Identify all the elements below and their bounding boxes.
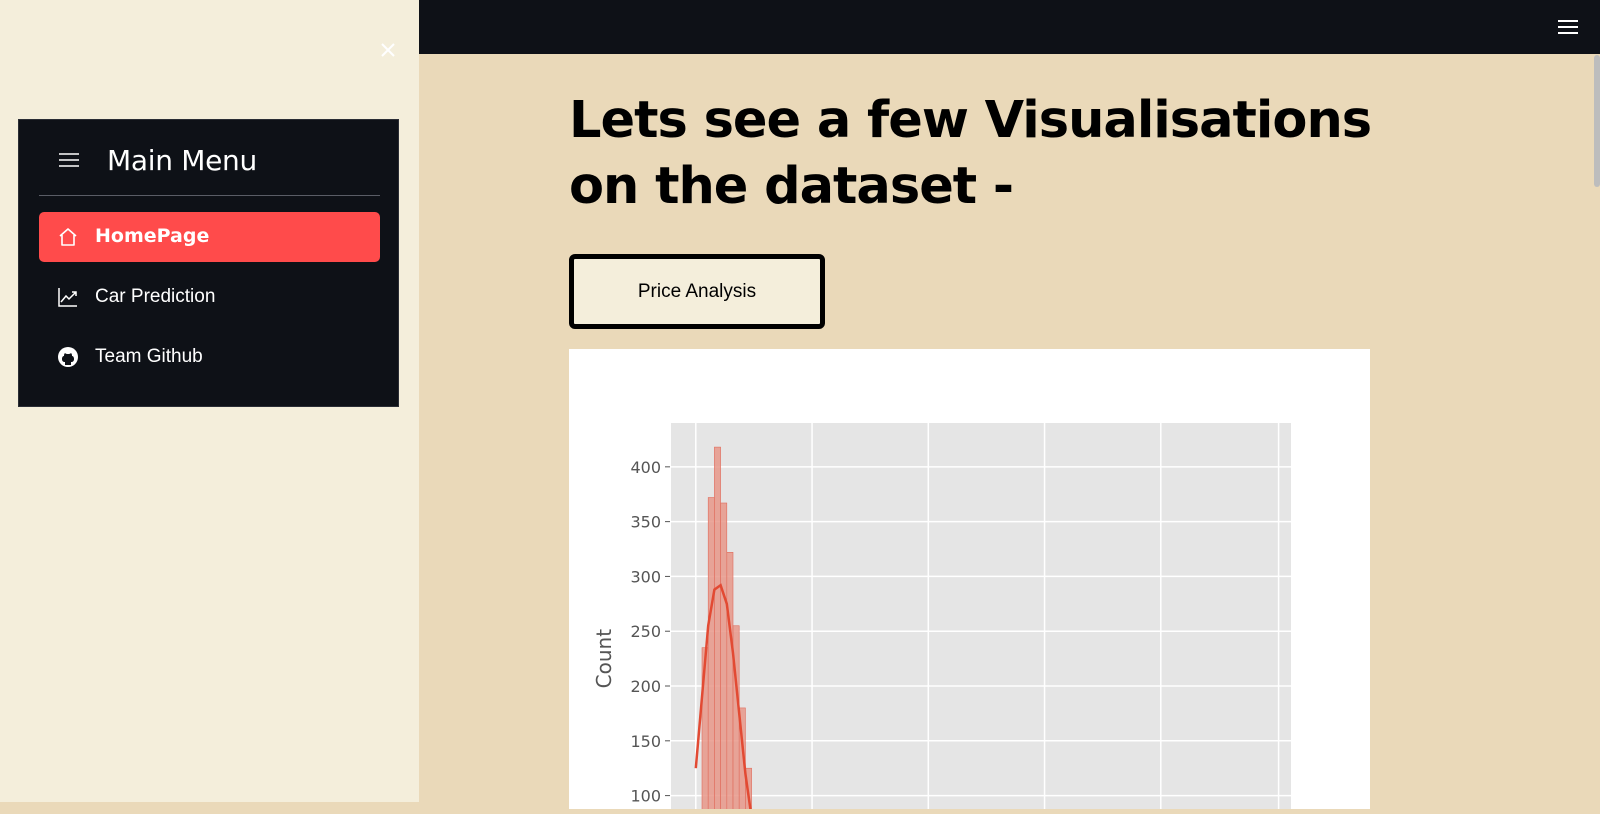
github-icon — [58, 347, 78, 367]
sidebar: Main Menu HomePage Car Prediction Team G… — [0, 0, 419, 802]
histogram-bar — [720, 502, 728, 814]
main-menu: Main Menu HomePage Car Prediction Team G… — [18, 119, 399, 407]
y-tick-label: 400 — [630, 458, 661, 477]
y-axis-label: Count — [592, 629, 616, 689]
sidebar-item-car-prediction[interactable]: Car Prediction — [39, 272, 380, 322]
plot-area — [671, 423, 1291, 814]
top-bar — [419, 0, 1600, 54]
y-tick-label: 200 — [630, 677, 661, 696]
sidebar-item-team-github[interactable]: Team Github — [39, 332, 380, 382]
menu-title: Main Menu — [107, 144, 257, 177]
y-tick-label: 100 — [630, 787, 661, 806]
price-analysis-button[interactable]: Price Analysis — [569, 254, 825, 329]
y-tick-label: 350 — [630, 513, 661, 532]
sidebar-item-label: HomePage — [95, 225, 210, 247]
close-icon[interactable] — [378, 40, 398, 60]
hamburger-icon — [59, 153, 79, 167]
histogram-bar — [714, 446, 721, 814]
chart-card: 100 150 200 250 300 350 400 Count — [569, 349, 1370, 814]
y-tick-label: 300 — [630, 567, 661, 586]
sidebar-item-homepage[interactable]: HomePage — [39, 212, 380, 262]
sidebar-item-label: Car Prediction — [95, 286, 216, 307]
histogram-chart: 100 150 200 250 300 350 400 Count — [592, 423, 1291, 814]
sidebar-item-label: Team Github — [95, 346, 203, 367]
y-tick-label: 250 — [630, 622, 661, 641]
scrollbar[interactable] — [1594, 55, 1600, 187]
menu-header: Main Menu — [39, 120, 380, 196]
hamburger-icon[interactable] — [1558, 18, 1578, 36]
histogram-bar — [707, 497, 715, 814]
y-tick-label: 150 — [630, 732, 661, 751]
histogram-bar — [726, 552, 734, 814]
house-icon — [59, 228, 77, 246]
page-title: Lets see a few Visualisations on the dat… — [569, 91, 1372, 216]
chart-line-icon — [58, 288, 77, 307]
